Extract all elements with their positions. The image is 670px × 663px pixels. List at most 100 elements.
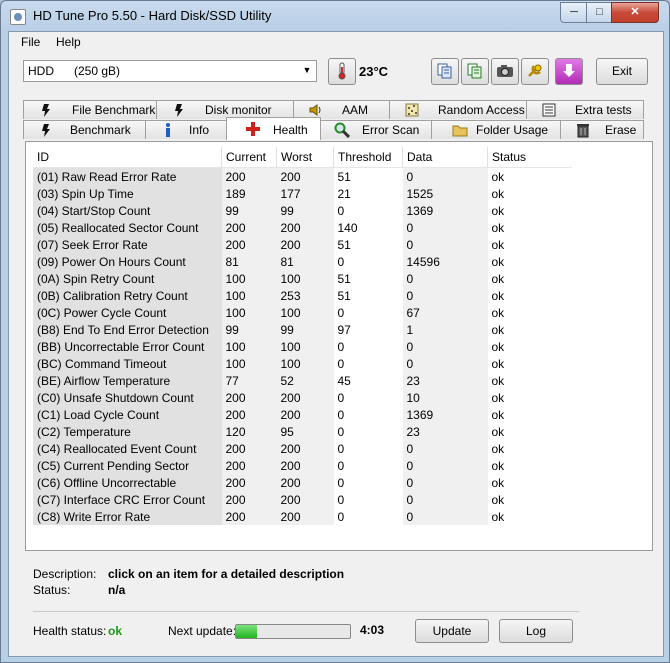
- column-header[interactable]: Worst: [276, 147, 334, 168]
- tab-random-access[interactable]: Random Access: [389, 100, 528, 119]
- column-header[interactable]: Current: [221, 147, 277, 168]
- table-row[interactable]: (C6) Offline Uncorrectable 200 200 0 0 ok: [33, 474, 572, 491]
- table-row[interactable]: (C4) Reallocated Event Count 200 200 0 0 ok: [33, 440, 572, 457]
- table-row[interactable]: (01) Raw Read Error Rate 200 200 51 0 ok: [33, 167, 572, 185]
- table-cell: 52: [276, 372, 334, 389]
- table-cell: 77: [221, 372, 277, 389]
- table-row[interactable]: (0C) Power Cycle Count 100 100 0 67 ok: [33, 304, 572, 321]
- table-cell: 51: [333, 167, 403, 185]
- table-row[interactable]: (07) Seek Error Rate 200 200 51 0 ok: [33, 236, 572, 253]
- table-row[interactable]: (C7) Interface CRC Error Count 200 200 0 0 ok: [33, 491, 572, 508]
- tab-label: Random Access: [438, 103, 525, 117]
- attribute-id-cell: (0A) Spin Retry Count: [33, 270, 222, 287]
- tab-label: Benchmark: [70, 123, 131, 137]
- table-cell: 0: [402, 338, 488, 355]
- table-cell: 0: [402, 491, 488, 508]
- health-status-value: ok: [108, 624, 123, 638]
- table-row[interactable]: (C2) Temperature 120 95 0 23 ok: [33, 423, 572, 440]
- table-row[interactable]: (0A) Spin Retry Count 100 100 51 0 ok: [33, 270, 572, 287]
- table-cell: 0: [333, 423, 403, 440]
- table-cell: 120: [221, 423, 277, 440]
- table-row[interactable]: (BB) Uncorrectable Error Count 100 100 0 0 ok: [33, 338, 572, 355]
- exit-button[interactable]: Exit: [596, 58, 648, 85]
- maximize-button[interactable]: □: [586, 2, 613, 23]
- table-cell: ok: [491, 390, 505, 405]
- status-value: n/a: [108, 583, 126, 597]
- table-cell: 200: [276, 474, 334, 491]
- table-cell: 0: [333, 440, 403, 457]
- table-cell: ok: [491, 254, 505, 269]
- table-row[interactable]: (05) Reallocated Sector Count 200 200 140 0 o…: [33, 219, 572, 236]
- attribute-id-cell: (B8) End To End Error Detection: [33, 321, 222, 338]
- copy-all-button[interactable]: [461, 58, 489, 85]
- tab-error-scan[interactable]: Error Scan: [319, 120, 433, 139]
- health-status-label: Health status:: [33, 624, 107, 638]
- tab-folder-usage[interactable]: Folder Usage: [431, 120, 562, 139]
- table-cell: 177: [276, 185, 334, 202]
- log-button[interactable]: Log: [499, 619, 573, 643]
- table-row[interactable]: (04) Start/Stop Count 99 99 0 1369 ok: [33, 202, 572, 219]
- column-header[interactable]: Status: [487, 147, 572, 168]
- options-button[interactable]: [521, 58, 549, 85]
- column-header[interactable]: ID: [33, 147, 222, 168]
- table-cell: 200: [221, 508, 277, 525]
- table-row[interactable]: (03) Spin Up Time 189 177 21 1525 ok: [33, 185, 572, 202]
- table-cell: ok: [491, 271, 505, 286]
- attribute-id-cell: (C2) Temperature: [33, 423, 222, 440]
- download-arrow-icon: [563, 64, 575, 77]
- tab-label: Folder Usage: [476, 123, 549, 137]
- menu-help[interactable]: Help: [56, 35, 81, 49]
- attribute-id-cell: (0B) Calibration Retry Count: [33, 287, 222, 304]
- thermometer-icon: [338, 62, 346, 80]
- column-header[interactable]: Data: [402, 147, 488, 168]
- extra-tests-icon: [542, 103, 556, 117]
- table-row[interactable]: (BE) Airflow Temperature 77 52 45 23 ok: [33, 372, 572, 389]
- table-cell: ok: [491, 475, 505, 490]
- wrench-icon: [528, 64, 542, 77]
- table-row[interactable]: (C8) Write Error Rate 200 200 0 0 ok: [33, 508, 572, 525]
- table-cell: ok: [491, 186, 505, 201]
- table-row[interactable]: (0B) Calibration Retry Count 100 253 51 0 ok: [33, 287, 572, 304]
- table-cell: 51: [333, 236, 403, 253]
- tab-benchmark[interactable]: Benchmark: [23, 120, 147, 139]
- table-cell: 1525: [402, 185, 488, 202]
- tab-info[interactable]: Info: [145, 120, 228, 139]
- table-cell: ok: [491, 441, 505, 456]
- thermometer-button[interactable]: [328, 58, 356, 85]
- title-bar[interactable]: HD Tune Pro 5.50 - Hard Disk/SSD Utility…: [1, 1, 669, 31]
- save-button[interactable]: [555, 58, 583, 85]
- menu-file[interactable]: File: [21, 35, 40, 49]
- tab-label: Info: [189, 123, 210, 137]
- table-cell: 140: [333, 219, 403, 236]
- copy-info-button[interactable]: [431, 58, 459, 85]
- tab-health[interactable]: Health: [226, 117, 321, 140]
- tab-file-benchmark[interactable]: File Benchmark: [23, 100, 158, 119]
- app-window: HD Tune Pro 5.50 - Hard Disk/SSD Utility…: [0, 0, 670, 663]
- temperature-readout: 23°C: [359, 64, 389, 79]
- table-cell: 99: [276, 202, 334, 219]
- update-button[interactable]: Update: [415, 619, 489, 643]
- screenshot-button[interactable]: [491, 58, 519, 85]
- table-row[interactable]: (B8) End To End Error Detection 99 99 97 1 ok: [33, 321, 572, 338]
- attribute-id-cell: (C8) Write Error Rate: [33, 508, 222, 525]
- tab-erase[interactable]: Erase: [560, 120, 644, 139]
- table-row[interactable]: (C1) Load Cycle Count 200 200 0 1369 ok: [33, 406, 572, 423]
- attribute-id-cell: (C7) Interface CRC Error Count: [33, 491, 222, 508]
- table-header-row: ID Current Worst Threshold Data Status: [33, 147, 572, 168]
- column-header[interactable]: Threshold: [333, 147, 403, 168]
- tab-label: Error Scan: [362, 123, 420, 137]
- trash-icon: [577, 124, 589, 138]
- table-cell: 1369: [402, 406, 488, 423]
- minimize-button[interactable]: ─: [560, 2, 588, 23]
- attribute-id-cell: (05) Reallocated Sector Count: [33, 219, 222, 236]
- table-row[interactable]: (C0) Unsafe Shutdown Count 200 200 0 10 ok: [33, 389, 572, 406]
- status-label: Status:: [33, 583, 71, 597]
- close-button[interactable]: ✕: [611, 2, 659, 23]
- table-cell: 200: [221, 440, 277, 457]
- drive-select[interactable]: HDD (250 gB) ▼: [23, 60, 317, 82]
- tab-label: Erase: [605, 123, 637, 137]
- table-row[interactable]: (BC) Command Timeout 100 100 0 0 ok: [33, 355, 572, 372]
- table-row[interactable]: (C5) Current Pending Sector 200 200 0 0 ok: [33, 457, 572, 474]
- tab-extra-tests[interactable]: Extra tests: [526, 100, 644, 119]
- table-row[interactable]: (09) Power On Hours Count 81 81 0 14596 ok: [33, 253, 572, 270]
